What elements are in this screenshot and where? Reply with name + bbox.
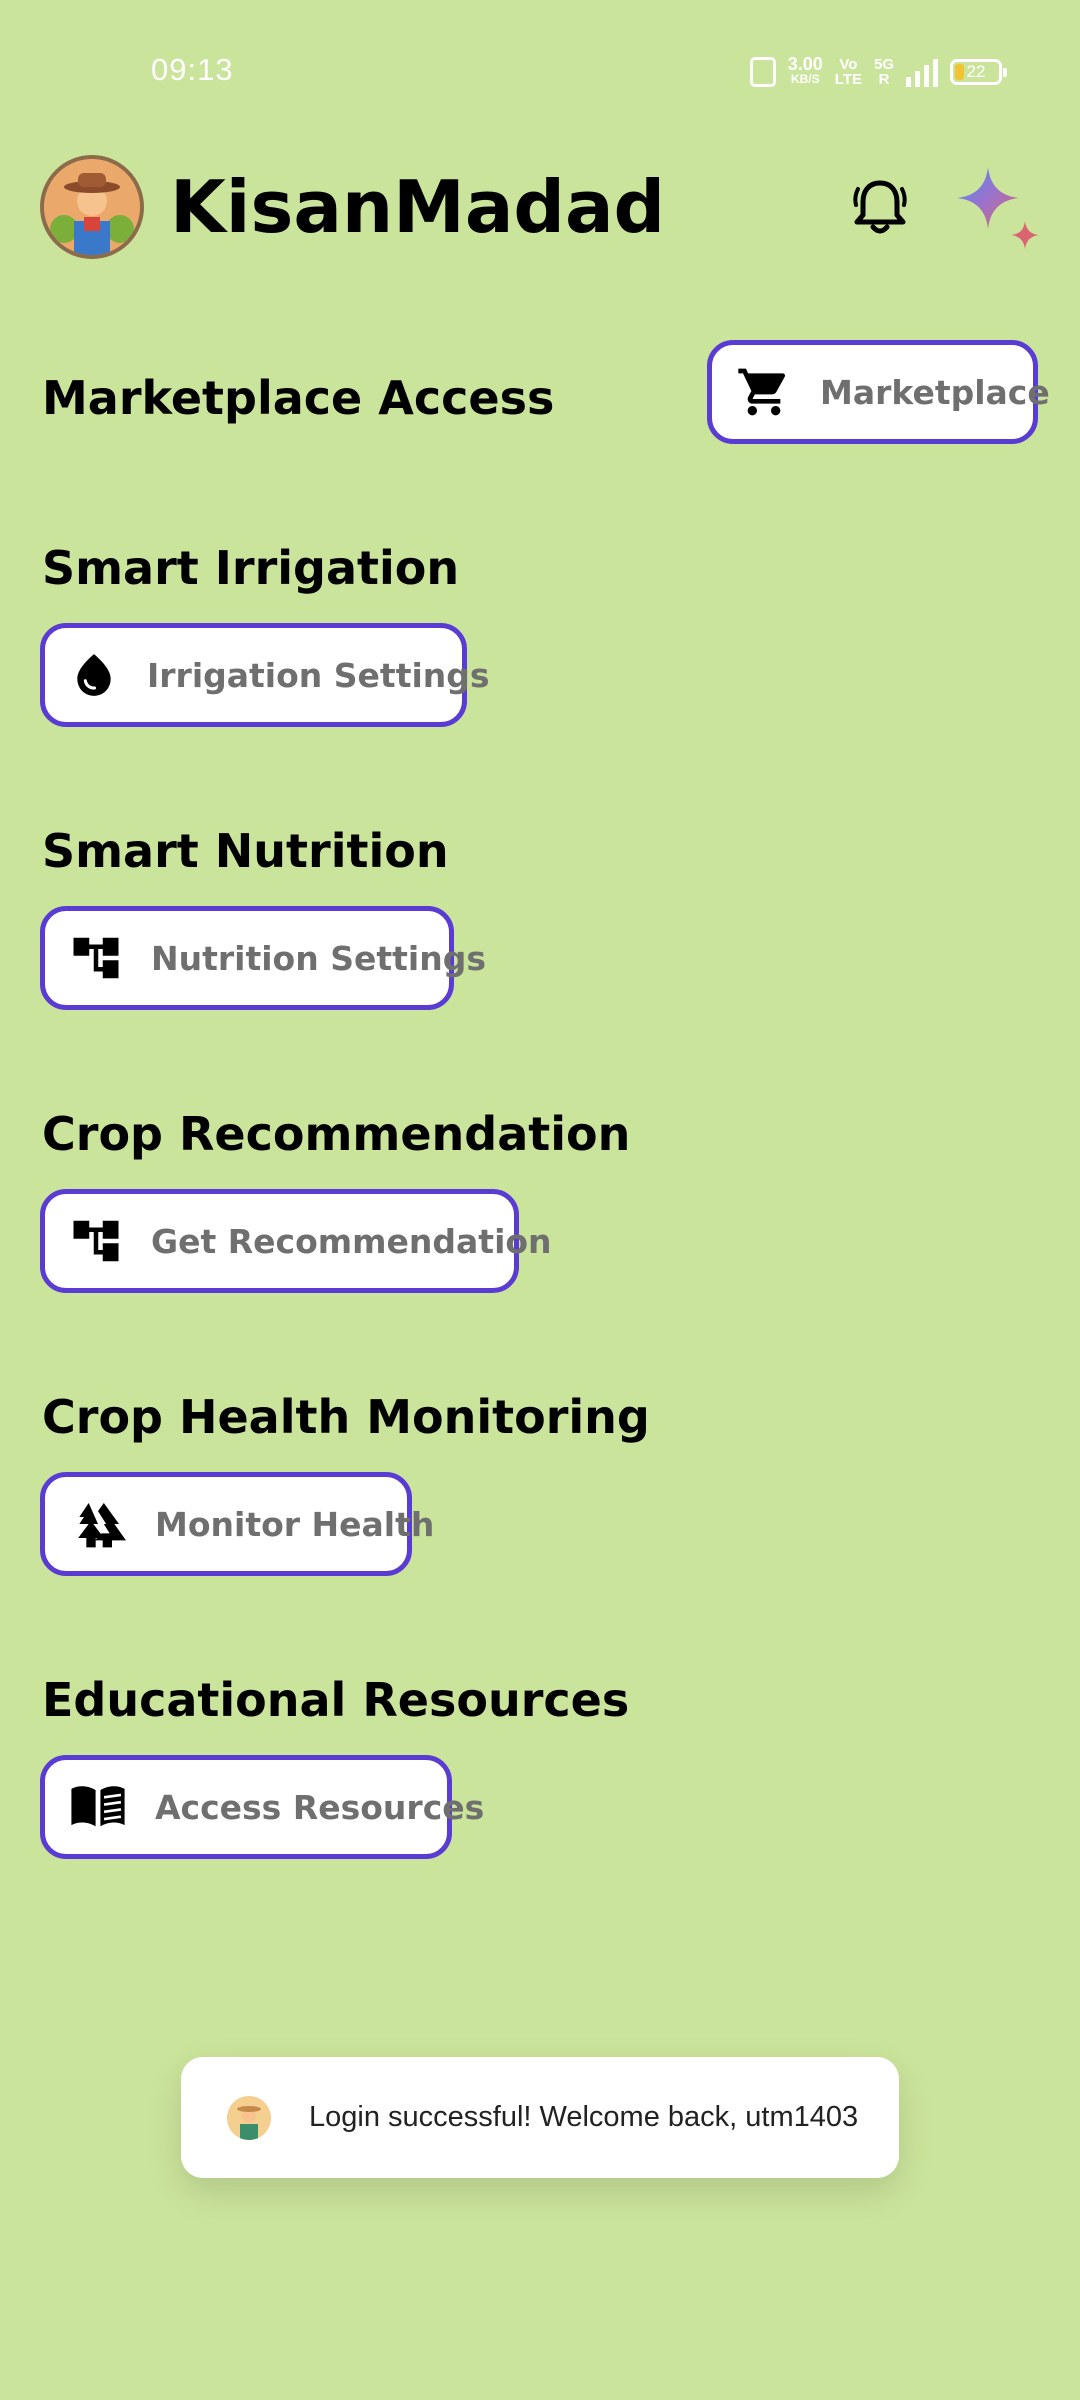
vibrate-icon [749,57,776,87]
five-g-top: 5G [873,56,894,73]
five-g-icon: 5G R [874,57,894,87]
monitor-health-label: Monitor Health [155,1504,435,1544]
get-recommendation-button[interactable]: Get Recommendation [40,1189,552,1293]
section-title-nutrition: Smart Nutrition [42,824,449,878]
section-title-crop-health: Crop Health Monitoring [42,1390,650,1444]
ai-sparkle-icon[interactable] [955,165,1045,255]
farmer-avatar-icon [44,159,140,255]
login-toast: Login successful! Welcome back, utm1403 [181,2057,899,2178]
signal-icon [906,57,938,87]
irrigation-settings-label: Irrigation Settings [147,655,490,695]
irrigation-settings-button[interactable]: Irrigation Settings [40,623,490,727]
section-title-irrigation: Smart Irrigation [42,541,460,595]
notification-bell-icon[interactable] [852,177,908,237]
access-resources-label: Access Resources [155,1787,485,1827]
account-tree-icon [69,1212,123,1270]
section-title-educational-resources: Educational Resources [42,1673,630,1727]
cart-icon [736,363,792,421]
app-title: KisanMadad [170,165,666,249]
water-drop-icon [69,646,119,704]
account-tree-icon [69,929,123,987]
section-title-crop-recommendation: Crop Recommendation [42,1107,631,1161]
monitor-health-button[interactable]: Monitor Health [40,1472,434,1576]
nutrition-settings-label: Nutrition Settings [151,938,486,978]
get-recommendation-label: Get Recommendation [151,1221,552,1261]
toast-avatar-icon [227,2095,271,2140]
status-time: 09:13 [151,52,234,87]
battery-icon: 22 [950,59,1007,85]
forest-icon [69,1495,127,1553]
network-speed-unit: KB/S [790,72,820,86]
farmer-avatar[interactable] [40,155,144,259]
volte-bottom: LTE [834,71,862,88]
network-speed-value: 3.00 [787,54,823,74]
five-g-bottom: R [878,71,890,88]
section-title-marketplace: Marketplace Access [42,371,555,425]
battery-level: 22 [966,62,986,81]
network-speed: 3.00 KB/S [787,54,823,87]
marketplace-button[interactable]: Marketplace [707,340,1050,444]
status-icons: 3.00 KB/S Vo LTE 5G R 22 [749,50,1007,94]
marketplace-button-label: Marketplace [820,372,1050,412]
toast-message: Login successful! Welcome back, utm1403 [309,2101,859,2133]
access-resources-button[interactable]: Access Resources [40,1755,484,1859]
app-header: KisanMadad [40,155,1040,259]
nutrition-settings-button[interactable]: Nutrition Settings [40,906,486,1010]
volte-icon: Vo LTE [835,57,862,87]
status-bar: 09:13 3.00 KB/S Vo LTE 5G R 22 [0,0,1080,140]
volte-top: Vo [839,56,858,73]
book-icon [69,1778,127,1836]
